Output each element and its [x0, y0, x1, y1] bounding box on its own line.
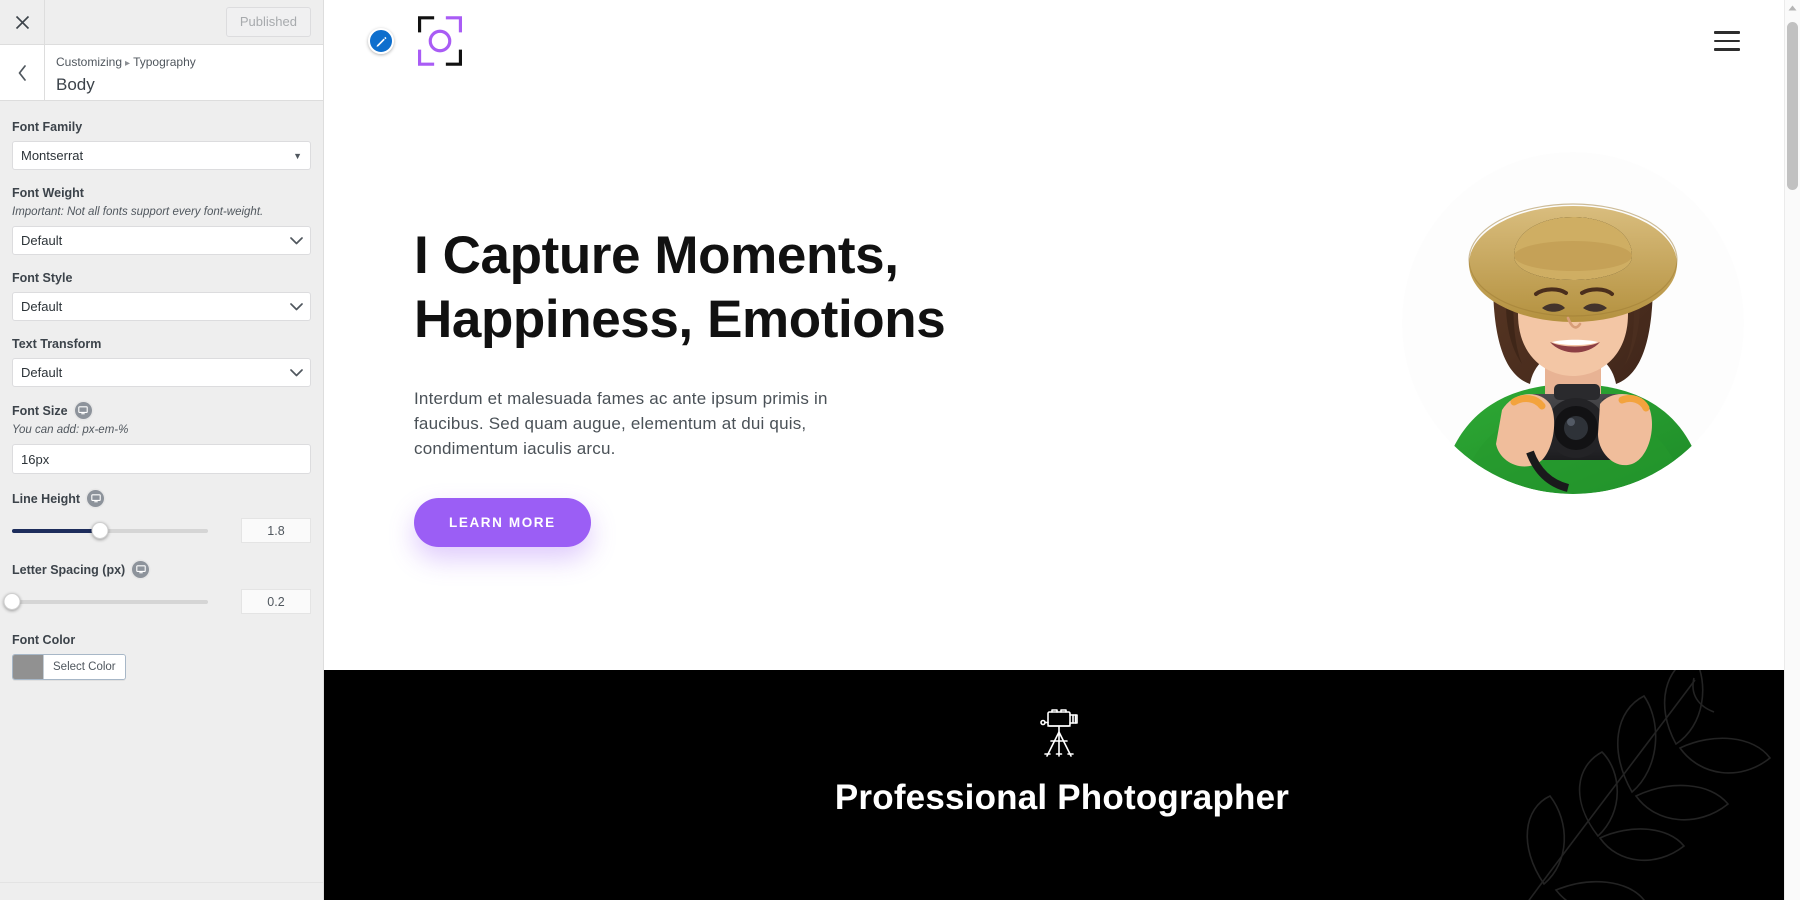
line-height-slider[interactable] [12, 522, 208, 540]
page-title: Body [56, 75, 95, 94]
letter-spacing-row: 0.2 [3, 589, 311, 614]
dark-band-title: Professional Photographer [834, 778, 1290, 817]
hamburger-line [1714, 39, 1740, 43]
select-color-label: Select Color [43, 655, 125, 679]
font-style-select[interactable]: Default [12, 292, 311, 321]
desktop-icon[interactable] [87, 490, 105, 507]
pencil-edit-icon[interactable] [368, 28, 394, 54]
hamburger-line [1714, 31, 1740, 34]
customizer-panel-header: Customizing ▸ Typography Body [0, 45, 323, 101]
customizer-app: Published Customizing ▸ Typography Body Fo… [0, 0, 1800, 900]
font-weight-select[interactable]: Default [12, 226, 311, 255]
control-line-height: Line Height 1.8 [12, 490, 311, 543]
line-height-label: Line Height [12, 490, 311, 507]
hamburger-line [1714, 48, 1740, 51]
customizer-sidebar: Published Customizing ▸ Typography Body Fo… [0, 0, 324, 900]
dark-band-content: Professional Photographer [324, 670, 1800, 818]
color-swatch [13, 655, 43, 679]
font-family-label: Font Family [12, 120, 83, 134]
slider-track [12, 599, 208, 604]
font-color-row: Select Color [12, 654, 311, 680]
desktop-icon[interactable] [132, 561, 150, 578]
scrollbar-thumb[interactable] [1787, 22, 1798, 190]
hero-heading-line1: I Capture Moments, [414, 226, 899, 285]
photographer-portrait [1402, 152, 1744, 494]
control-font-weight: Font Weight Important: Not all fonts sup… [12, 185, 311, 255]
font-weight-hint: Important: Not all fonts support every f… [12, 206, 264, 218]
customizer-topbar: Published [0, 0, 323, 45]
breadcrumb-separator-icon: ▸ [125, 58, 131, 69]
font-size-label-text: Font Size [12, 403, 68, 418]
publish-button[interactable]: Published [225, 6, 311, 38]
breadcrumb-root: Customizing [56, 55, 123, 69]
vertical-scrollbar[interactable] [1784, 0, 1800, 900]
close-icon[interactable] [0, 0, 45, 44]
scroll-up-arrow-icon[interactable] [1785, 0, 1800, 16]
hero-heading: I Capture Moments, Happiness, Emotions [414, 224, 1054, 352]
control-font-style: Font Style Default [12, 270, 311, 321]
sidebar-divider [0, 882, 323, 883]
font-size-hint: You can add: px-em-% [12, 424, 129, 436]
font-family-select[interactable]: Montserrat [12, 141, 311, 170]
dark-band-section: Professional Photographer [324, 670, 1800, 900]
camera-frame-logo [417, 16, 463, 66]
slider-thumb[interactable] [91, 522, 109, 539]
line-height-value[interactable]: 1.8 [241, 518, 311, 543]
line-height-label-text: Line Height [12, 491, 81, 506]
slider-fill [12, 528, 101, 533]
font-size-input[interactable] [12, 444, 311, 474]
slider-thumb[interactable] [3, 593, 21, 610]
control-text-transform: Text Transform Default [12, 336, 311, 387]
letter-spacing-label-text: Letter Spacing (px) [12, 562, 126, 577]
font-weight-label: Font Weight [12, 186, 84, 200]
hero-paragraph: Interdum et malesuada fames ac ante ipsu… [414, 389, 828, 458]
site-header [324, 0, 1800, 82]
font-size-label: Font Size [12, 402, 311, 419]
hero-section: I Capture Moments, Happiness, Emotions I… [324, 82, 1800, 547]
control-font-family: Font Family Montserrat ▼ [12, 119, 311, 170]
text-transform-label: Text Transform [12, 337, 102, 351]
customizer-controls: Font Family Montserrat ▼ Font Weight Imp… [0, 101, 323, 900]
panel-title-group: Customizing ▸ Typography Body [45, 45, 196, 100]
breadcrumb-section: Typography [133, 55, 196, 69]
control-font-color: Font Color Select Color [12, 632, 311, 680]
text-transform-select[interactable]: Default [12, 358, 311, 387]
hero-heading-line2: Happiness, Emotions [414, 290, 946, 349]
control-font-size: Font Size You can add: px-em-% [12, 402, 311, 474]
chevron-left-icon[interactable] [0, 45, 45, 100]
font-style-label: Font Style [12, 271, 73, 285]
desktop-icon[interactable] [74, 402, 92, 419]
line-height-row: 1.8 [12, 518, 311, 543]
hero-text-block: I Capture Moments, Happiness, Emotions I… [414, 152, 1054, 547]
font-color-label: Font Color [12, 633, 76, 647]
letter-spacing-label: Letter Spacing (px) [12, 561, 311, 578]
letter-spacing-value[interactable]: 0.2 [241, 589, 311, 614]
learn-more-button[interactable]: LEARN MORE [414, 498, 591, 547]
select-color-button[interactable]: Select Color [12, 654, 126, 680]
breadcrumb: Customizing ▸ Typography [56, 54, 196, 72]
camera-tripod-icon [1040, 709, 1078, 757]
site-logo[interactable] [368, 14, 466, 68]
letter-spacing-slider[interactable] [3, 593, 208, 611]
site-preview: I Capture Moments, Happiness, Emotions I… [324, 0, 1800, 900]
control-letter-spacing: Letter Spacing (px) 0.2 [3, 561, 311, 614]
hamburger-menu-icon[interactable] [1710, 27, 1744, 55]
